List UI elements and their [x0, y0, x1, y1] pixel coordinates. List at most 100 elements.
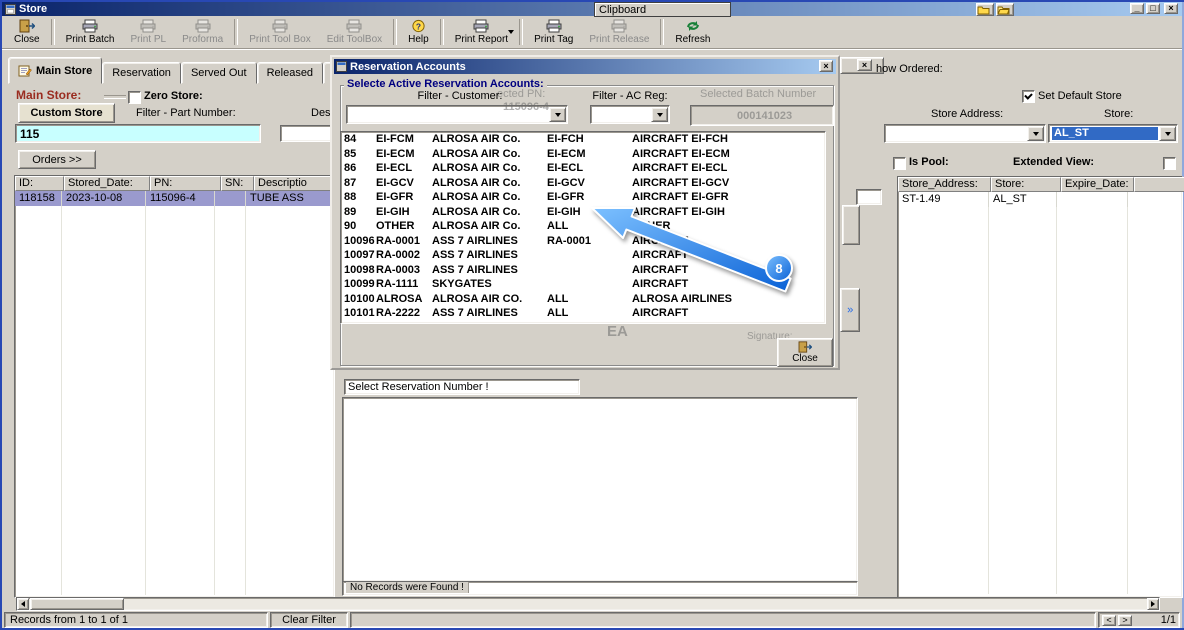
printer-icon [195, 19, 211, 33]
scrollbar-thumb[interactable] [30, 598, 124, 610]
account-ac-reg: EI-ECM [547, 147, 586, 160]
toolbar-button-refresh[interactable]: Refresh [667, 17, 718, 47]
account-row[interactable]: 84 EI-FCM ALROSA AIR Co. EI-FCH AIRCRAFT EI-… [341, 132, 825, 147]
toolbar-button-help[interactable]: ? Help [400, 17, 437, 47]
table-row[interactable]: 118158 2023-10-08 115096-4 TUBE ASS [15, 191, 334, 206]
toolbar-button-print-report[interactable]: Print Report [447, 17, 516, 47]
dropdown-caret-icon[interactable] [508, 30, 515, 34]
grid-header-store-address[interactable]: Store_Address: [898, 177, 991, 192]
store-application-window: Store _ □ × Clipboard Close Print Batch Pr… [0, 0, 1184, 630]
account-row[interactable]: 89 EI-GIH ALROSA AIR Co. EI-GIH AIRCRAFT EI-… [341, 205, 825, 220]
window-titlebar[interactable]: Store _ □ × [2, 2, 1182, 16]
account-row[interactable]: 88 EI-GFR ALROSA AIR Co. EI-GFR AIRCRAFT EI-… [341, 190, 825, 205]
titlebar-folder-button-1[interactable] [976, 3, 994, 16]
grid-header-store[interactable]: Store: [991, 177, 1061, 192]
extended-view-checkbox[interactable] [1163, 157, 1176, 170]
printer-icon [272, 19, 288, 33]
account-row[interactable]: 10096 RA-0001 ASS 7 AIRLINES RA-0001 AIRCRAF… [341, 234, 825, 249]
account-row[interactable]: 86 EI-ECL ALROSA AIR Co. EI-ECL AIRCRAFT EI-… [341, 161, 825, 176]
toolbar-button-close[interactable]: Close [6, 17, 48, 47]
cell-expire-date [1057, 192, 1128, 207]
accounts-list[interactable]: 84 EI-FCM ALROSA AIR Co. EI-FCH AIRCRAFT EI-… [340, 131, 826, 324]
account-id: 10099 [344, 278, 375, 290]
horizontal-scrollbar[interactable] [16, 597, 1160, 611]
grid-header-pn[interactable]: PN: [150, 176, 221, 191]
reserved-parts-list[interactable] [342, 397, 858, 582]
set-default-store-checkbox[interactable] [1022, 90, 1035, 103]
reserved-parts-panel: No Records were Found ! [340, 374, 858, 596]
grid-header-expire-date[interactable]: Expire_Date: [1061, 177, 1134, 192]
grid-header-description[interactable]: Descriptio [254, 176, 336, 191]
status-pagination: < > 1/1 [1098, 612, 1180, 628]
clipboard-window-titlebar[interactable]: Clipboard [594, 2, 731, 17]
minimize-button[interactable]: _ [1130, 3, 1144, 14]
dialog-close-button[interactable]: Close [777, 338, 833, 367]
toolbar-button-print-batch[interactable]: Print Batch [58, 17, 123, 47]
table-row[interactable]: ST-1.49 AL_ST [898, 192, 1182, 207]
toolbar-button-print-tag[interactable]: Print Tag [526, 17, 581, 47]
account-row[interactable]: 85 EI-ECM ALROSA AIR Co. EI-ECM AIRCRAFT EI-… [341, 147, 825, 162]
account-id: 88 [344, 191, 357, 203]
zero-store-checkbox[interactable] [128, 91, 141, 104]
grid-header-id[interactable]: ID: [15, 176, 64, 191]
store-address-grid[interactable]: Store_Address: Store: Expire_Date: ST-1.… [897, 176, 1184, 598]
close-window-button[interactable]: × [1164, 3, 1178, 14]
dialog-titlebar[interactable]: Reservation Accounts × [334, 59, 836, 74]
next-page-button[interactable]: > [1118, 614, 1132, 626]
description-filter-input[interactable] [280, 125, 336, 142]
account-customer: ASS 7 AIRLINES [432, 234, 518, 247]
store-combo[interactable]: AL_ST [1048, 124, 1178, 143]
account-row[interactable]: 10099 RA-1111 SKYGATES AIRCRAFT [341, 277, 825, 292]
filter-ac-reg-combo[interactable] [590, 105, 670, 124]
account-code: EI-GFR [376, 191, 414, 203]
grid-empty-area [15, 206, 334, 595]
combo-dropdown-button[interactable] [1027, 126, 1044, 141]
prev-page-button[interactable]: < [1102, 614, 1116, 626]
combo-dropdown-button[interactable] [1159, 126, 1176, 141]
part-number-filter-input[interactable] [15, 124, 261, 143]
dialog-close-x-button[interactable]: × [819, 60, 833, 72]
custom-store-button[interactable]: Custom Store [18, 103, 115, 123]
store-address-combo[interactable] [884, 124, 1046, 143]
toolbar-button-label: Print Tool Box [249, 34, 311, 45]
account-row[interactable]: 10097 RA-0002 ASS 7 AIRLINES AIRCRAFT [341, 248, 825, 263]
notebook-icon [18, 65, 32, 77]
account-row[interactable]: 87 EI-GCV ALROSA AIR Co. EI-GCV AIRCRAFT EI-… [341, 176, 825, 191]
maximize-button[interactable]: □ [1146, 3, 1160, 14]
toolbar-separator [50, 19, 55, 45]
store-label: Store: [1104, 108, 1134, 120]
scroll-left-button[interactable] [17, 598, 29, 610]
background-window-close-button[interactable]: × [857, 59, 872, 71]
reservation-message-field[interactable] [344, 379, 580, 395]
main-store-section-label: Main Store: [16, 88, 82, 102]
scroll-left-icon [21, 601, 25, 607]
is-pool-checkbox[interactable] [893, 157, 906, 170]
titlebar-folder-button-2[interactable] [996, 3, 1014, 16]
hidden-button-fragment-2[interactable] [840, 288, 860, 332]
toolbar-separator [234, 19, 239, 45]
window-border-left [0, 0, 2, 630]
scroll-right-button[interactable] [1147, 598, 1159, 610]
combo-dropdown-button[interactable] [549, 107, 566, 122]
grid-header-stored-date[interactable]: Stored_Date: [64, 176, 150, 191]
tab-main-store[interactable]: Main Store [8, 57, 103, 84]
tab-reservation[interactable]: Reservation [102, 62, 181, 84]
hidden-button-fragment-1[interactable] [842, 205, 860, 245]
orders-button[interactable]: Orders >> [18, 150, 96, 169]
account-id: 10096 [344, 234, 375, 247]
account-row[interactable]: 10101 RA-2222 ASS 7 AIRLINES ALL AIRCRAFT [341, 306, 825, 321]
combo-dropdown-button[interactable] [651, 107, 668, 122]
svg-text:?: ? [416, 21, 421, 31]
clipboard-title: Clipboard [599, 3, 647, 16]
main-store-grid[interactable]: ID: Stored_Date: PN: SN: Descriptio 1181… [14, 175, 336, 598]
grid-header-sn[interactable]: SN: [221, 176, 254, 191]
account-row[interactable]: 10098 RA-0003 ASS 7 AIRLINES AIRCRAFT [341, 263, 825, 278]
account-ac-reg: EI-FCH [547, 133, 584, 145]
description-label-fragment: Des [311, 107, 331, 119]
account-row[interactable]: 90 OTHER ALROSA AIR Co. ALL OTHER [341, 219, 825, 234]
tab-released[interactable]: Released [256, 62, 324, 84]
status-clear-filter[interactable]: Clear Filter [270, 612, 348, 628]
account-row[interactable]: 10100 ALROSA ALROSA AIR CO. ALL ALROSA AIRLI… [341, 292, 825, 307]
account-customer: ASS 7 AIRLINES [432, 263, 518, 276]
tab-served-out[interactable]: Served Out [180, 62, 257, 84]
